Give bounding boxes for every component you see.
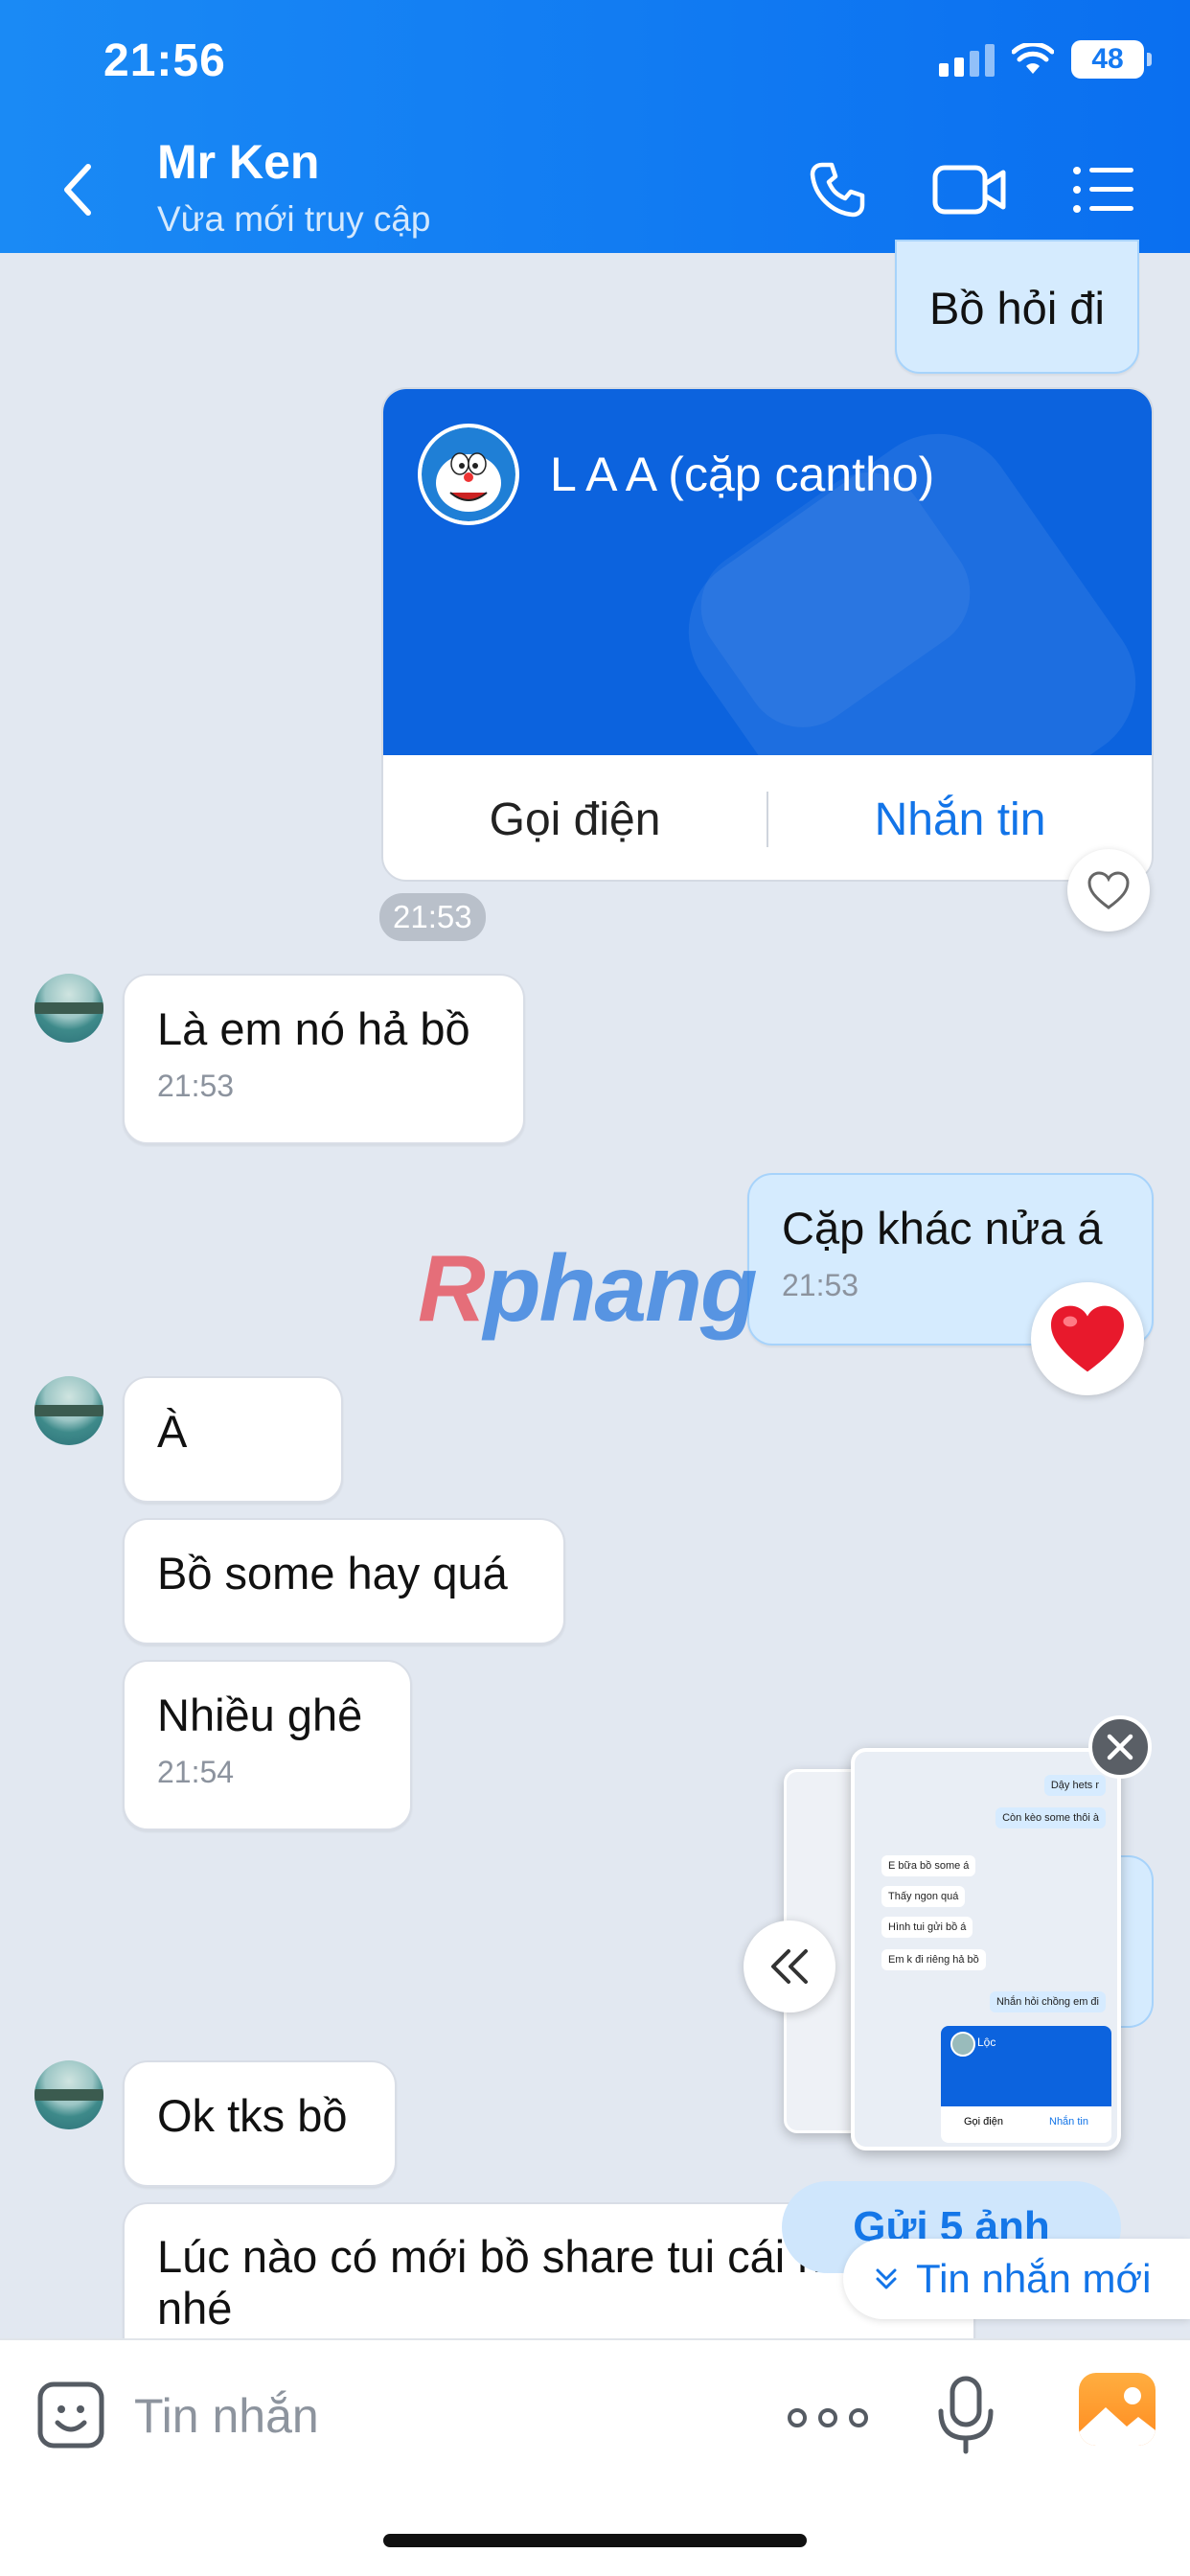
message-time: 21:53 bbox=[379, 893, 486, 941]
message-button[interactable]: Nhắn tin bbox=[768, 794, 1152, 846]
mini-message: Còn kèo some thôi à bbox=[995, 1807, 1106, 1828]
mini-message: Em k đi riêng hả bồ bbox=[881, 1949, 986, 1970]
video-icon[interactable] bbox=[931, 153, 1008, 226]
chevron-down-icon bbox=[876, 2268, 897, 2289]
message-bubble-out[interactable]: Bồ hỏi đi bbox=[895, 240, 1139, 374]
avatar[interactable] bbox=[34, 2060, 103, 2129]
heart-reaction[interactable] bbox=[1031, 1282, 1144, 1395]
message-bubble-in[interactable]: Là em nó hả bồ 21:53 bbox=[123, 974, 525, 1144]
status-time: 21:56 bbox=[103, 35, 226, 86]
chat-header: 21:56 48 Mr Ken Vừa mới truy cập bbox=[0, 0, 1190, 253]
react-button[interactable] bbox=[1067, 849, 1150, 932]
mini-message: Dậy hets r bbox=[1043, 1775, 1106, 1796]
message-input[interactable] bbox=[134, 2382, 671, 2450]
wifi-icon bbox=[1012, 43, 1054, 74]
contact-card[interactable]: L A A (cặp cantho) Gọi điện Nhắn tin bbox=[381, 387, 1154, 882]
avatar[interactable] bbox=[34, 974, 103, 1043]
back-icon[interactable] bbox=[59, 161, 98, 218]
message-text: À bbox=[157, 1406, 188, 1457]
menu-icon[interactable] bbox=[1067, 153, 1140, 226]
new-messages-label: Tin nhắn mới bbox=[916, 2256, 1152, 2301]
heart-filled-icon bbox=[1051, 1305, 1124, 1372]
phone-icon[interactable] bbox=[801, 153, 874, 226]
mini-message: Hình tui gửi bồ á bbox=[881, 1917, 973, 1938]
photo-icon[interactable] bbox=[1079, 2373, 1156, 2446]
message-bubble-in[interactable]: À bbox=[123, 1376, 343, 1503]
heart-outline-icon bbox=[1087, 871, 1130, 909]
mic-icon[interactable] bbox=[935, 2375, 996, 2457]
contact-card-header: L A A (cặp cantho) bbox=[383, 389, 1152, 755]
message-bubble-in[interactable]: Nhiều ghê 21:54 bbox=[123, 1660, 412, 1830]
contact-card-avatar bbox=[418, 424, 519, 525]
contact-card-name: L A A (cặp cantho) bbox=[550, 448, 935, 501]
message-bubble-in[interactable]: Ok tks bồ bbox=[123, 2060, 397, 2187]
collapse-icon[interactable] bbox=[744, 1920, 835, 2012]
message-text: Cặp khác nửa á bbox=[782, 1203, 1103, 1254]
close-icon[interactable] bbox=[1088, 1715, 1152, 1779]
home-indicator bbox=[383, 2534, 807, 2547]
avatar[interactable] bbox=[34, 1376, 103, 1445]
call-button[interactable]: Gọi điện bbox=[383, 794, 767, 846]
emoji-icon[interactable] bbox=[34, 2379, 107, 2451]
contact-name[interactable]: Mr Ken bbox=[157, 134, 319, 190]
message-text: Là em nó hả bồ bbox=[157, 1003, 470, 1054]
message-text: Ok tks bồ bbox=[157, 2090, 348, 2141]
message-bubble-in[interactable]: Bồ some hay quá bbox=[123, 1518, 565, 1644]
message-bubble-out-partial bbox=[1115, 1855, 1154, 2028]
status-icons: 48 bbox=[939, 40, 1152, 79]
message-text: Bồ hỏi đi bbox=[929, 283, 1105, 334]
message-text: Nhiều ghê bbox=[157, 1690, 363, 1740]
watermark-logo: Rphang bbox=[418, 1235, 758, 1341]
message-text: Bồ some hay quá bbox=[157, 1548, 508, 1598]
more-icon[interactable] bbox=[788, 2392, 868, 2444]
contact-card-actions: Gọi điện Nhắn tin bbox=[383, 755, 1152, 880]
mini-message: Thấy ngon quá bbox=[881, 1886, 966, 1907]
contact-status: Vừa mới truy cập bbox=[157, 199, 431, 239]
signal-icon bbox=[939, 42, 995, 77]
mini-contact-card: Lộc Gọi điện Nhắn tin bbox=[941, 2026, 1111, 2143]
mini-message: E bữa bồ some á bbox=[881, 1855, 976, 1876]
battery-indicator: 48 bbox=[1071, 40, 1152, 79]
mini-message: Nhắn hỏi chồng em đi bbox=[989, 1991, 1106, 2012]
screenshot-thumbnail[interactable]: Dậy hets r Còn kèo some thôi à E bữa bồ … bbox=[851, 1748, 1121, 2150]
message-time: 21:53 bbox=[157, 1069, 235, 1103]
new-messages-button[interactable]: Tin nhắn mới bbox=[843, 2239, 1190, 2319]
message-time: 21:54 bbox=[157, 1755, 235, 1789]
